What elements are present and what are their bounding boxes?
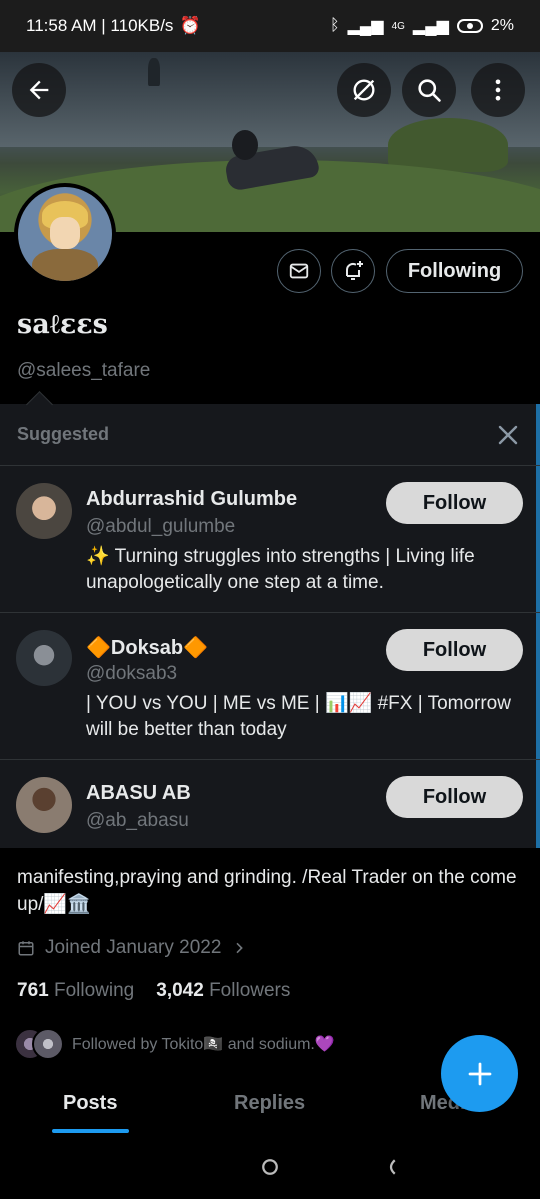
joined-date: Joined January 2022 — [17, 937, 247, 959]
profile-avatar[interactable] — [14, 183, 116, 285]
grok-button[interactable] — [337, 63, 391, 117]
signal-icon-2: ▂▄▆ — [412, 18, 449, 35]
active-tab-indicator — [52, 1129, 129, 1133]
suggested-user-row[interactable]: 🔶Doksab🔶 @doksab3 | YOU vs YOU | ME vs M… — [0, 613, 540, 760]
compose-button[interactable] — [441, 1035, 518, 1112]
back-arrow-icon — [29, 80, 49, 100]
close-icon[interactable] — [496, 423, 520, 447]
following-button[interactable]: Following — [386, 249, 523, 293]
suggested-user-handle: @doksab3 — [86, 663, 178, 684]
suggested-user-avatar[interactable] — [16, 630, 72, 686]
notifications-button[interactable] — [331, 249, 375, 293]
signal-icon: ▂▄▆ — [347, 18, 384, 35]
suggested-header: Suggested — [0, 404, 540, 466]
suggested-user-handle: @abdul_gulumbe — [86, 516, 236, 537]
suggested-user-avatar[interactable] — [16, 777, 72, 833]
battery-percent: 2% — [490, 17, 514, 34]
suggested-user-row[interactable]: Abdurrashid Gulumbe @abdul_gulumbe ✨ Tur… — [0, 466, 540, 613]
status-time: 11:58 AM | 110KB/s — [26, 16, 174, 35]
follow-button[interactable]: Follow — [386, 776, 523, 818]
network-label: 4G — [391, 20, 405, 32]
followed-by-avatars — [14, 1028, 64, 1060]
back-button[interactable] — [12, 63, 66, 117]
tab-replies[interactable]: Replies — [234, 1092, 305, 1115]
plus-icon — [468, 1062, 491, 1085]
status-bar: 11:58 AM | 110KB/s ⏰ ᛒ ▂▄▆ 4G ▂▄▆ 2% — [0, 0, 540, 52]
more-options-button[interactable] — [471, 63, 525, 117]
joined-text: Joined January 2022 — [45, 937, 222, 958]
suggested-user-bio: ✨ Turning struggles into strengths | Liv… — [86, 546, 475, 593]
follow-button[interactable]: Follow — [386, 482, 523, 524]
banner-person — [222, 130, 322, 192]
following-label: Following — [53, 980, 135, 1001]
search-button[interactable] — [402, 63, 456, 117]
display-name: saℓεεs — [17, 309, 108, 340]
avatar-coat — [32, 249, 98, 281]
banner-rock — [148, 58, 160, 86]
alarm-icon: ⏰ — [179, 16, 201, 35]
suggested-user-name[interactable]: 🔶Doksab🔶 — [86, 635, 208, 660]
bell-plus-icon — [346, 261, 363, 280]
status-right: ᛒ ▂▄▆ 4G ▂▄▆ 2% — [330, 16, 514, 36]
person-head — [232, 130, 258, 160]
avatar-face — [50, 217, 80, 249]
mini-avatar — [32, 1028, 64, 1060]
suggested-user-name[interactable]: ABASU AB — [86, 782, 191, 805]
status-left: 11:58 AM | 110KB/s ⏰ — [26, 16, 330, 36]
following-stat[interactable]: 761 Following — [17, 980, 134, 1002]
follow-stats: 761 Following 3,042 Followers — [17, 980, 290, 1002]
banner-cliff — [388, 118, 508, 172]
followers-stat[interactable]: 3,042 Followers — [156, 980, 290, 1002]
following-count: 761 — [17, 980, 49, 1001]
profile-bio: manifesting,praying and grinding. /Real … — [17, 867, 517, 915]
bluetooth-icon: ᛒ — [330, 17, 340, 34]
grok-icon — [353, 79, 375, 101]
mail-icon — [289, 263, 309, 279]
battery-icon — [456, 19, 483, 33]
suggested-user-name[interactable]: Abdurrashid Gulumbe — [86, 488, 297, 511]
suggested-user-handle: @ab_abasu — [86, 810, 189, 831]
followed-by-text: Followed by Tokito🏴‍☠️ and sodium.💜 — [72, 1036, 335, 1053]
home-nav-icon[interactable] — [261, 1158, 279, 1176]
search-icon — [418, 79, 441, 102]
follow-button[interactable]: Follow — [386, 629, 523, 671]
message-button[interactable] — [277, 249, 321, 293]
profile-handle: @salees_tafare — [17, 360, 151, 381]
followers-label: Followers — [209, 980, 291, 1001]
tab-posts[interactable]: Posts — [63, 1092, 117, 1115]
followers-count: 3,042 — [156, 980, 204, 1001]
avatar-image — [18, 187, 112, 281]
suggested-user-avatar[interactable] — [16, 483, 72, 539]
suggested-title: Suggested — [17, 424, 110, 444]
suggested-user-bio: | YOU vs YOU | ME vs ME | 📊📈 #FX | Tomor… — [86, 693, 511, 740]
system-nav-bar — [0, 1140, 540, 1199]
suggested-panel: Suggested Abdurrashid Gulumbe @abdul_gul… — [0, 404, 540, 848]
chevron-right-icon[interactable] — [231, 940, 247, 956]
followed-by[interactable]: Followed by Tokito🏴‍☠️ and sodium.💜 — [14, 1028, 335, 1060]
suggested-user-row[interactable]: ABASU AB @ab_abasu Follow — [0, 760, 540, 848]
back-nav-icon[interactable] — [384, 1158, 398, 1176]
calendar-icon — [18, 941, 34, 956]
more-vertical-icon — [495, 79, 501, 101]
